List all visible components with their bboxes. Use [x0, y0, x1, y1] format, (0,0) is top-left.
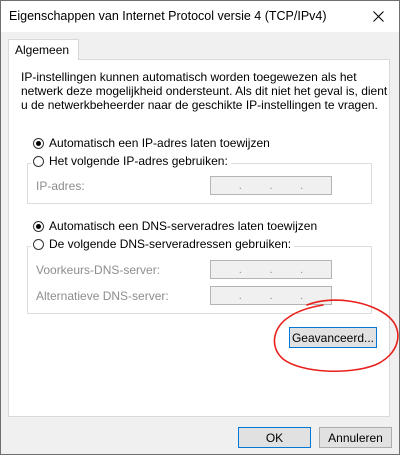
- intro-line: u de netwerkbeheerder naar de geschikte …: [21, 98, 378, 112]
- dialog-window: Eigenschappen van Internet Protocol vers…: [0, 0, 400, 455]
- preferred-dns-field[interactable]: ...: [210, 260, 332, 279]
- ip-auto-label: Automatisch een IP-adres laten toewijzen: [49, 136, 270, 150]
- dns-auto-radio[interactable]: [33, 220, 44, 232]
- tab-label: Algemeen: [15, 43, 70, 57]
- dns-auto-label: Automatisch een DNS-serveradres laten to…: [49, 219, 318, 233]
- dns-manual-option[interactable]: De volgende DNS-serveradressen gebruiken…: [31, 237, 295, 251]
- ip-manual-option[interactable]: Het volgende IP-adres gebruiken:: [31, 154, 231, 168]
- preferred-dns-label: Voorkeurs-DNS-server:: [36, 263, 161, 277]
- close-icon: [372, 11, 384, 22]
- ip-address-field[interactable]: ...: [210, 176, 332, 195]
- tab-panel-general: IP-instellingen kunnen automatisch worde…: [8, 59, 390, 417]
- ip-manual-label: Het volgende IP-adres gebruiken:: [49, 154, 228, 168]
- window-title: Eigenschappen van Internet Protocol vers…: [9, 9, 327, 23]
- advanced-button[interactable]: Geavanceerd...: [289, 327, 377, 348]
- cancel-button[interactable]: Annuleren: [319, 427, 392, 448]
- intro-line: IP-instellingen kunnen automatisch worde…: [21, 70, 357, 84]
- ip-manual-radio[interactable]: [33, 155, 44, 167]
- dns-manual-label: De volgende DNS-serveradressen gebruiken…: [49, 237, 292, 251]
- intro-text: IP-instellingen kunnen automatisch worde…: [21, 70, 388, 112]
- dns-manual-radio[interactable]: [33, 238, 44, 250]
- dns-auto-option[interactable]: Automatisch een DNS-serveradres laten to…: [33, 219, 317, 233]
- ip-auto-radio[interactable]: [33, 137, 44, 149]
- alternate-dns-label: Alternatieve DNS-server:: [36, 289, 169, 303]
- close-button[interactable]: [357, 1, 399, 32]
- intro-line: netwerk deze mogelijkheid ondersteunt. A…: [21, 84, 388, 98]
- title-bar: Eigenschappen van Internet Protocol vers…: [1, 1, 399, 32]
- tab-algemeen[interactable]: Algemeen: [8, 39, 79, 60]
- ip-address-label: IP-adres:: [36, 179, 85, 193]
- ok-button[interactable]: OK: [238, 427, 311, 448]
- ip-auto-option[interactable]: Automatisch een IP-adres laten toewijzen: [33, 136, 270, 150]
- alternate-dns-field[interactable]: ...: [210, 286, 332, 305]
